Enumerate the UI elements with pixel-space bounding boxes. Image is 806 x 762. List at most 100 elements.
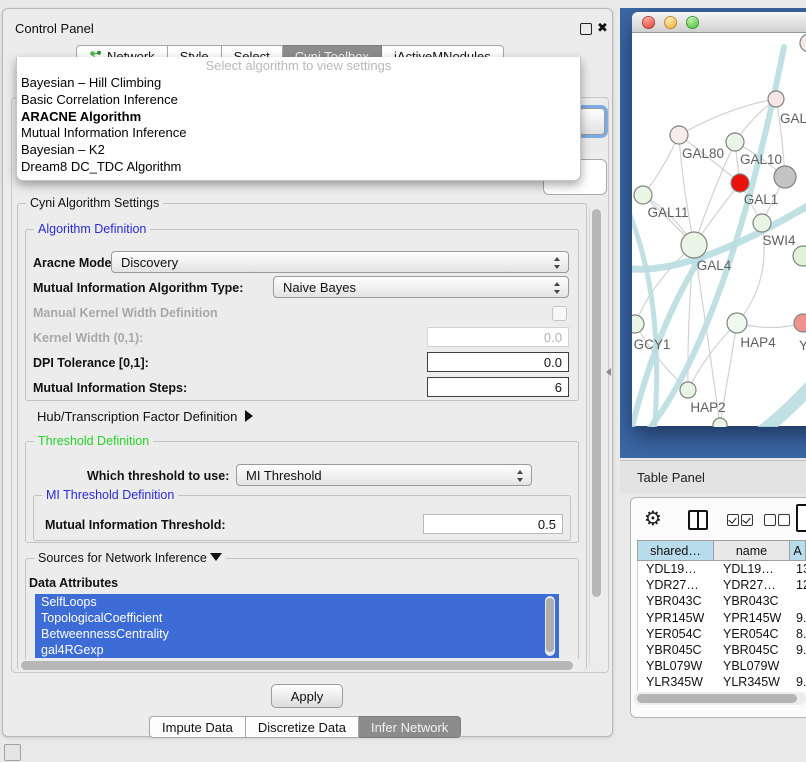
settings-horizontal-scrollbar[interactable] bbox=[19, 659, 585, 671]
dpi-tolerance-field[interactable]: 0.0 bbox=[427, 352, 569, 372]
scrollbar-thumb[interactable] bbox=[21, 661, 573, 670]
network-node[interactable] bbox=[800, 34, 806, 52]
dropdown-item[interactable]: ARACNE Algorithm bbox=[17, 109, 580, 126]
aracne-mode-select[interactable]: Discovery bbox=[111, 251, 569, 273]
collapsed-arrow-icon bbox=[245, 410, 253, 422]
table-cell: YIL052C bbox=[715, 691, 791, 692]
column-header[interactable]: name bbox=[714, 540, 790, 561]
attribute-item[interactable]: BetweennessCentrality bbox=[35, 626, 559, 642]
network-node-gal[interactable] bbox=[768, 91, 784, 107]
network-window[interactable]: GALGAL80GAL10GAL1GAL11GAL4SWI4GCY1HAP4YH… bbox=[632, 12, 806, 426]
network-node-hap4[interactable] bbox=[727, 313, 747, 333]
network-edge[interactable] bbox=[643, 135, 679, 195]
network-node[interactable] bbox=[774, 166, 796, 188]
close-window-icon[interactable] bbox=[642, 16, 655, 29]
table-cell: YDR27… bbox=[638, 577, 715, 593]
attributes-scrollbar[interactable] bbox=[545, 596, 555, 656]
apply-button[interactable]: Apply bbox=[271, 684, 343, 708]
network-edge-thick[interactable] bbox=[760, 363, 806, 427]
table-cell: YBR043C bbox=[715, 593, 791, 609]
network-view-frame: GALGAL80GAL10GAL1GAL11GAL4SWI4GCY1HAP4YH… bbox=[620, 8, 806, 458]
kernel-width-field[interactable]: 0.0 bbox=[427, 327, 569, 347]
algorithm-definition-title: Algorithm Definition bbox=[34, 222, 150, 236]
file-icon[interactable] bbox=[796, 504, 806, 532]
node-label: GAL1 bbox=[744, 192, 779, 207]
zoom-window-icon[interactable] bbox=[686, 16, 699, 29]
scrollbar-thumb[interactable] bbox=[637, 694, 797, 703]
tab-label: Impute Data bbox=[162, 720, 233, 735]
network-node-gal11[interactable] bbox=[634, 186, 652, 204]
table-row[interactable]: YBR045CYBR045C9. bbox=[638, 642, 806, 658]
mi-type-select[interactable]: Naive Bayes bbox=[273, 276, 569, 298]
network-node-gal80[interactable] bbox=[670, 126, 688, 144]
node-label: GAL bbox=[780, 111, 806, 126]
dropdown-item[interactable]: Bayesian – K2 bbox=[17, 142, 580, 159]
tab-impute-data[interactable]: Impute Data bbox=[149, 716, 246, 738]
minimize-window-icon[interactable] bbox=[664, 16, 677, 29]
table-cell: 9. bbox=[791, 691, 806, 692]
manual-kernel-checkbox[interactable] bbox=[552, 306, 567, 321]
dropdown-item[interactable]: Mutual Information Inference bbox=[17, 125, 580, 142]
table-row[interactable]: YDL19…YDL19…13 bbox=[638, 561, 806, 577]
table-row[interactable]: YER054CYER054C8. bbox=[638, 626, 806, 642]
mi-threshold-field[interactable]: 0.5 bbox=[423, 514, 563, 534]
network-node-hap2[interactable] bbox=[680, 382, 696, 398]
checked-column-icon[interactable] bbox=[741, 514, 753, 526]
table-row[interactable]: YDR27…YDR27…12 bbox=[638, 577, 806, 593]
network-node-gal1[interactable] bbox=[731, 174, 749, 192]
network-canvas[interactable]: GALGAL80GAL10GAL1GAL11GAL4SWI4GCY1HAP4YH… bbox=[632, 33, 806, 427]
table-cell: YDL19… bbox=[638, 561, 715, 577]
table-cell bbox=[791, 658, 806, 674]
dropdown-item[interactable]: Dream8 DC_TDC Algorithm bbox=[17, 159, 580, 176]
table-row[interactable]: YBR043CYBR043C bbox=[638, 593, 806, 609]
network-node-gal10[interactable] bbox=[726, 133, 744, 151]
unchecked-column-icon[interactable] bbox=[764, 514, 776, 526]
table-body: YDL19…YDL19…13YDR27…YDR27…12YBR043CYBR04… bbox=[637, 561, 806, 691]
attribute-item[interactable]: SelfLoops bbox=[35, 594, 559, 610]
hub-definition-toggle[interactable]: Hub/Transcription Factor Definition bbox=[37, 409, 253, 424]
network-node[interactable] bbox=[793, 246, 806, 266]
collapsed-panel-button[interactable] bbox=[4, 744, 21, 761]
split-columns-icon[interactable] bbox=[688, 510, 708, 530]
checked-column-icon[interactable] bbox=[727, 514, 739, 526]
float-panel-icon[interactable] bbox=[580, 23, 592, 35]
hidden-combo-fragment[interactable] bbox=[579, 108, 605, 135]
table-row[interactable]: YPR145WYPR145W9. bbox=[638, 610, 806, 626]
table-row[interactable]: YLR345WYLR345W9. bbox=[638, 674, 806, 690]
network-node-gcy1[interactable] bbox=[632, 315, 644, 333]
bottom-tabs: Impute Data Discretize Data Infer Network bbox=[149, 716, 461, 738]
attribute-item[interactable]: TopologicalCoefficient bbox=[35, 610, 559, 626]
column-header[interactable]: A bbox=[790, 540, 806, 561]
dropdown-item[interactable]: Basic Correlation Inference bbox=[17, 92, 580, 109]
network-edge[interactable] bbox=[679, 99, 776, 135]
dropdown-item[interactable]: Bayesian – Hill Climbing bbox=[17, 75, 580, 92]
splitter-collapse-icon[interactable] bbox=[606, 368, 611, 376]
table-row[interactable]: YBL079WYBL079W bbox=[638, 658, 806, 674]
network-node-gal4[interactable] bbox=[681, 232, 707, 258]
close-icon[interactable]: ✖ bbox=[597, 20, 608, 36]
sources-group-title[interactable]: Sources for Network Inference bbox=[34, 551, 226, 565]
mi-steps-field[interactable]: 6 bbox=[427, 377, 569, 397]
settings-vertical-scrollbar[interactable] bbox=[589, 205, 603, 667]
tab-infer-network[interactable]: Infer Network bbox=[359, 716, 461, 738]
network-window-titlebar[interactable] bbox=[632, 12, 806, 33]
network-node[interactable] bbox=[713, 418, 727, 427]
scrollbar-thumb[interactable] bbox=[592, 209, 601, 597]
network-node-y[interactable] bbox=[794, 314, 806, 332]
gear-icon[interactable]: ⚙ bbox=[644, 506, 662, 531]
tab-discretize-data[interactable]: Discretize Data bbox=[246, 716, 359, 738]
aracne-mode-label: Aracne Mode: bbox=[33, 256, 116, 270]
table-horizontal-scrollbar[interactable] bbox=[634, 692, 806, 705]
column-header[interactable]: shared… bbox=[637, 540, 714, 561]
scrollbar-thumb[interactable] bbox=[546, 598, 554, 652]
table-row[interactable]: YIL052CYIL052C9. bbox=[638, 691, 806, 692]
tab-label: Discretize Data bbox=[258, 720, 346, 735]
mi-type-label: Mutual Information Algorithm Type: bbox=[33, 281, 243, 295]
which-threshold-select[interactable]: MI Threshold bbox=[236, 464, 532, 486]
table-cell: 9. bbox=[791, 610, 806, 626]
network-node-swi4[interactable] bbox=[753, 214, 771, 232]
unchecked-column-icon[interactable] bbox=[778, 514, 790, 526]
data-attributes-list[interactable]: SelfLoopsTopologicalCoefficientBetweenne… bbox=[35, 594, 559, 658]
tab-label: Infer Network bbox=[371, 720, 448, 735]
attribute-item[interactable]: gal4RGexp bbox=[35, 642, 559, 658]
